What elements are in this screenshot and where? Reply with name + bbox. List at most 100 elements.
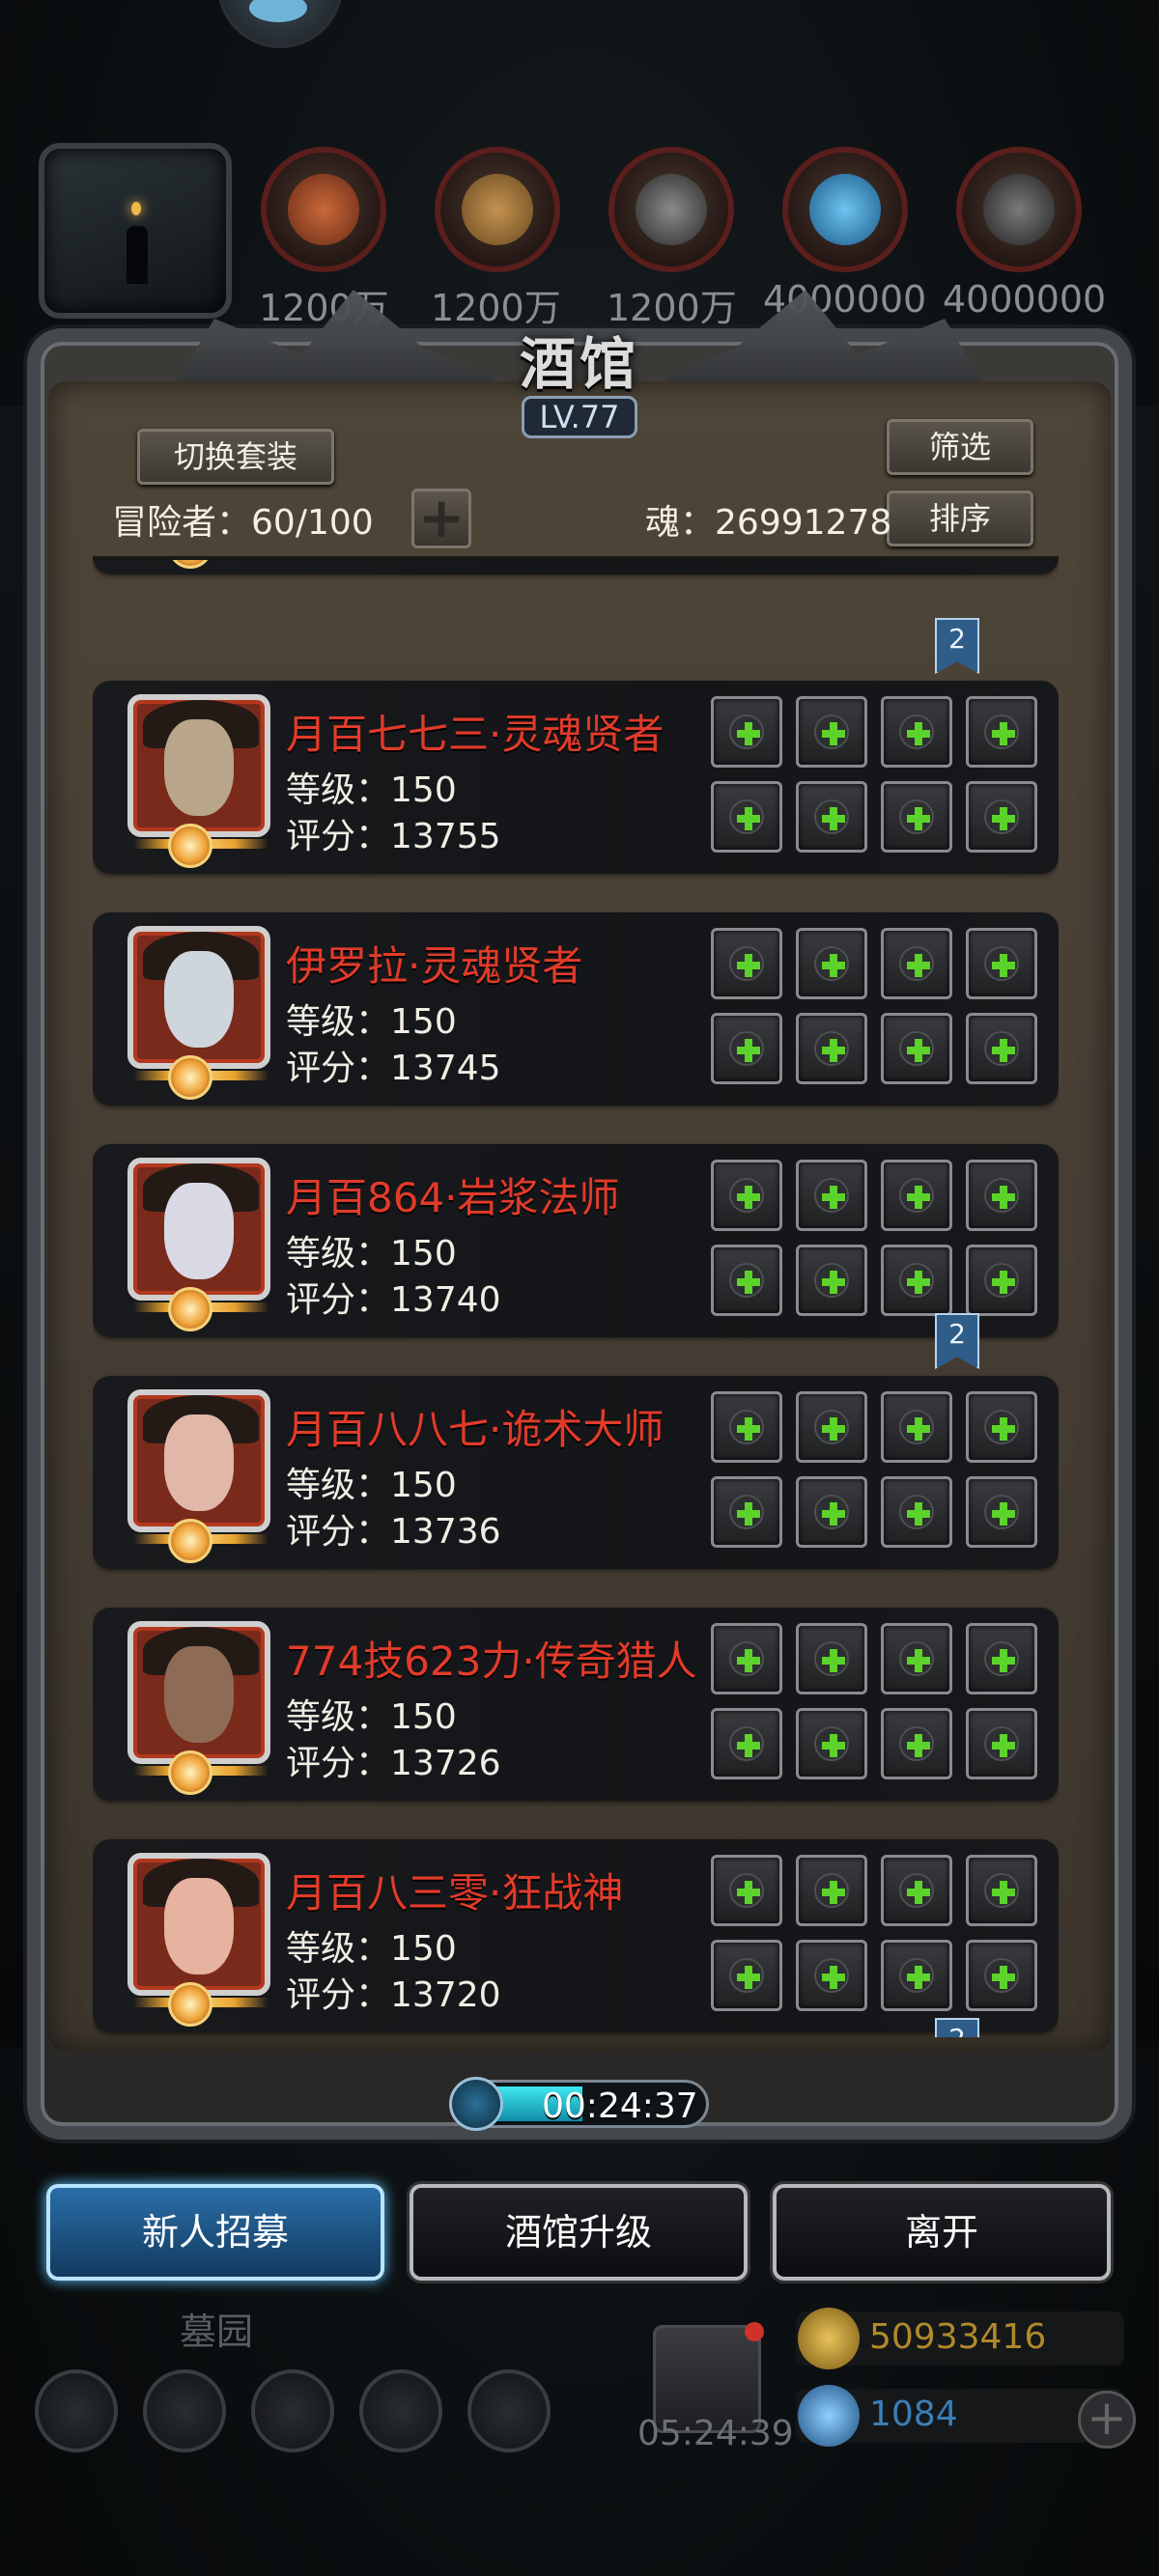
- iron-ingot-icon[interactable]: [608, 147, 734, 272]
- hero-level-label: 等级：: [286, 770, 391, 810]
- hero-row[interactable]: 月百八三零·狂战神 等级：150 评分：13720: [93, 1839, 1059, 2032]
- hero-row[interactable]: 774技623力·传奇猎人 等级：150 评分：13726: [93, 1608, 1059, 1801]
- mail-icon[interactable]: [359, 2369, 442, 2452]
- helmet-slot-add-icon[interactable]: [711, 1160, 782, 1231]
- hero-portrait[interactable]: [127, 1389, 270, 1532]
- crystal-icon[interactable]: [782, 147, 908, 272]
- hero-row[interactable]: 月百864·岩浆法师 等级：150 评分：13740: [93, 1144, 1059, 1337]
- ring-slot-add-icon[interactable]: [881, 1708, 952, 1779]
- amulet-slot-add-icon[interactable]: [796, 696, 867, 768]
- gold-value: 50933416: [869, 2317, 1047, 2357]
- shoulder-slot-add-icon[interactable]: [796, 781, 867, 853]
- hero-portrait[interactable]: [127, 926, 270, 1069]
- boots-slot-add-icon[interactable]: [966, 1245, 1037, 1316]
- hero-level-label: 等级：: [286, 1697, 391, 1737]
- add-gems-button[interactable]: +: [1078, 2391, 1136, 2449]
- achievement-star-icon[interactable]: [143, 2369, 226, 2452]
- armor-slot-add-icon[interactable]: [881, 1855, 952, 1926]
- hero-portrait[interactable]: [127, 1158, 270, 1301]
- gloves-slot-add-icon[interactable]: [966, 1391, 1037, 1463]
- stone-block-icon[interactable]: [956, 147, 1082, 272]
- bookmark-badge: 2: [935, 618, 979, 674]
- shoulder-slot-add-icon[interactable]: [796, 1940, 867, 2011]
- hero-list[interactable]: 评分：13758 月百七七三·灵魂贤者等级：150评分：13755 伊罗拉·灵魂贤者…: [93, 560, 1059, 2037]
- recruit-button[interactable]: 新人招募: [46, 2184, 384, 2281]
- hero-score-label: 评分：: [286, 1744, 391, 1783]
- amulet-slot-add-icon[interactable]: [796, 1160, 867, 1231]
- boots-slot-add-icon[interactable]: [966, 1013, 1037, 1084]
- hero-portrait[interactable]: [127, 1853, 270, 1996]
- upgrade-tavern-button[interactable]: 酒馆升级: [410, 2184, 748, 2281]
- boots-slot-add-icon[interactable]: [966, 781, 1037, 853]
- tavern-level-badge: LV.77: [522, 396, 637, 438]
- boots-slot-add-icon[interactable]: [966, 1940, 1037, 2011]
- ring-slot-add-icon[interactable]: [881, 781, 952, 853]
- hero-row[interactable]: 月百七七三·灵魂贤者 等级：150 评分：13755: [93, 681, 1059, 874]
- amulet-slot-add-icon[interactable]: [796, 1855, 867, 1926]
- shoulder-slot-add-icon[interactable]: [796, 1476, 867, 1548]
- amulet-slot-add-icon[interactable]: [796, 1391, 867, 1463]
- guild-icon[interactable]: [467, 2369, 551, 2452]
- gloves-slot-add-icon[interactable]: [966, 1855, 1037, 1926]
- helmet-slot-add-icon[interactable]: [711, 696, 782, 768]
- hero-score-label: 评分：: [286, 1280, 391, 1320]
- hero-level-label: 等级：: [286, 1002, 391, 1042]
- timer-text: 00:24:37: [542, 2086, 698, 2126]
- map-icon[interactable]: [251, 2369, 334, 2452]
- shoulder-slot-add-icon[interactable]: [796, 1708, 867, 1779]
- armor-slot-add-icon[interactable]: [881, 1391, 952, 1463]
- gloves-slot-add-icon[interactable]: [966, 928, 1037, 999]
- helmet-slot-add-icon[interactable]: [711, 1855, 782, 1926]
- gloves-slot-add-icon[interactable]: [966, 696, 1037, 768]
- hero-row[interactable]: 伊罗拉·灵魂贤者 等级：150 评分：13745: [93, 912, 1059, 1106]
- boots-slot-add-icon[interactable]: [966, 1708, 1037, 1779]
- hero-portrait[interactable]: [127, 1621, 270, 1764]
- armor-slot-add-icon[interactable]: [881, 1160, 952, 1231]
- hero-portrait[interactable]: [127, 694, 270, 837]
- star-rank-icon: [162, 560, 220, 569]
- sort-button[interactable]: 排序: [887, 490, 1033, 546]
- hero-score-value: 13726: [390, 1744, 501, 1783]
- hero-score-value: 13755: [390, 817, 501, 856]
- hero-level-value: 150: [390, 1234, 457, 1274]
- amulet-slot-add-icon[interactable]: [796, 928, 867, 999]
- wood-log-icon[interactable]: [261, 147, 386, 272]
- armor-slot-add-icon[interactable]: [881, 696, 952, 768]
- player-portrait[interactable]: [39, 143, 232, 319]
- helmet-slot-add-icon[interactable]: [711, 928, 782, 999]
- gloves-slot-add-icon[interactable]: [966, 1623, 1037, 1694]
- ring-slot-add-icon[interactable]: [881, 1940, 952, 2011]
- armor-slot-add-icon[interactable]: [881, 928, 952, 999]
- ring-slot-add-icon[interactable]: [881, 1476, 952, 1548]
- weapon-slot-add-icon[interactable]: [711, 1245, 782, 1316]
- weapon-slot-add-icon[interactable]: [711, 1940, 782, 2011]
- weapon-slot-add-icon[interactable]: [711, 781, 782, 853]
- hero-face: [164, 1646, 234, 1743]
- hero-level-value: 150: [390, 770, 457, 810]
- leave-button[interactable]: 离开: [773, 2184, 1111, 2281]
- filter-button[interactable]: 筛选: [887, 419, 1033, 475]
- weapon-slot-add-icon[interactable]: [711, 1708, 782, 1779]
- weapon-slot-add-icon[interactable]: [711, 1476, 782, 1548]
- hero-row[interactable]: 评分：13758: [93, 560, 1059, 574]
- hero-face: [164, 1183, 234, 1279]
- hero-level-label: 等级：: [286, 1466, 391, 1505]
- star-rank-icon: [133, 1055, 269, 1100]
- plank-icon[interactable]: [435, 147, 560, 272]
- settings-gear-icon[interactable]: [35, 2369, 118, 2452]
- shoulder-slot-add-icon[interactable]: [796, 1245, 867, 1316]
- gloves-slot-add-icon[interactable]: [966, 1160, 1037, 1231]
- weapon-slot-add-icon[interactable]: [711, 1013, 782, 1084]
- shoulder-slot-add-icon[interactable]: [796, 1013, 867, 1084]
- boots-slot-add-icon[interactable]: [966, 1476, 1037, 1548]
- gold-coin-icon: [798, 2308, 860, 2369]
- amulet-slot-add-icon[interactable]: [796, 1623, 867, 1694]
- armor-slot-add-icon[interactable]: [881, 1623, 952, 1694]
- add-adventurer-button[interactable]: +: [411, 489, 471, 548]
- ring-slot-add-icon[interactable]: [881, 1245, 952, 1316]
- helmet-slot-add-icon[interactable]: [711, 1391, 782, 1463]
- switch-set-button[interactable]: 切换套装: [137, 429, 334, 485]
- hero-row[interactable]: 月百八八七·诡术大师 等级：150 评分：13736: [93, 1376, 1059, 1569]
- ring-slot-add-icon[interactable]: [881, 1013, 952, 1084]
- helmet-slot-add-icon[interactable]: [711, 1623, 782, 1694]
